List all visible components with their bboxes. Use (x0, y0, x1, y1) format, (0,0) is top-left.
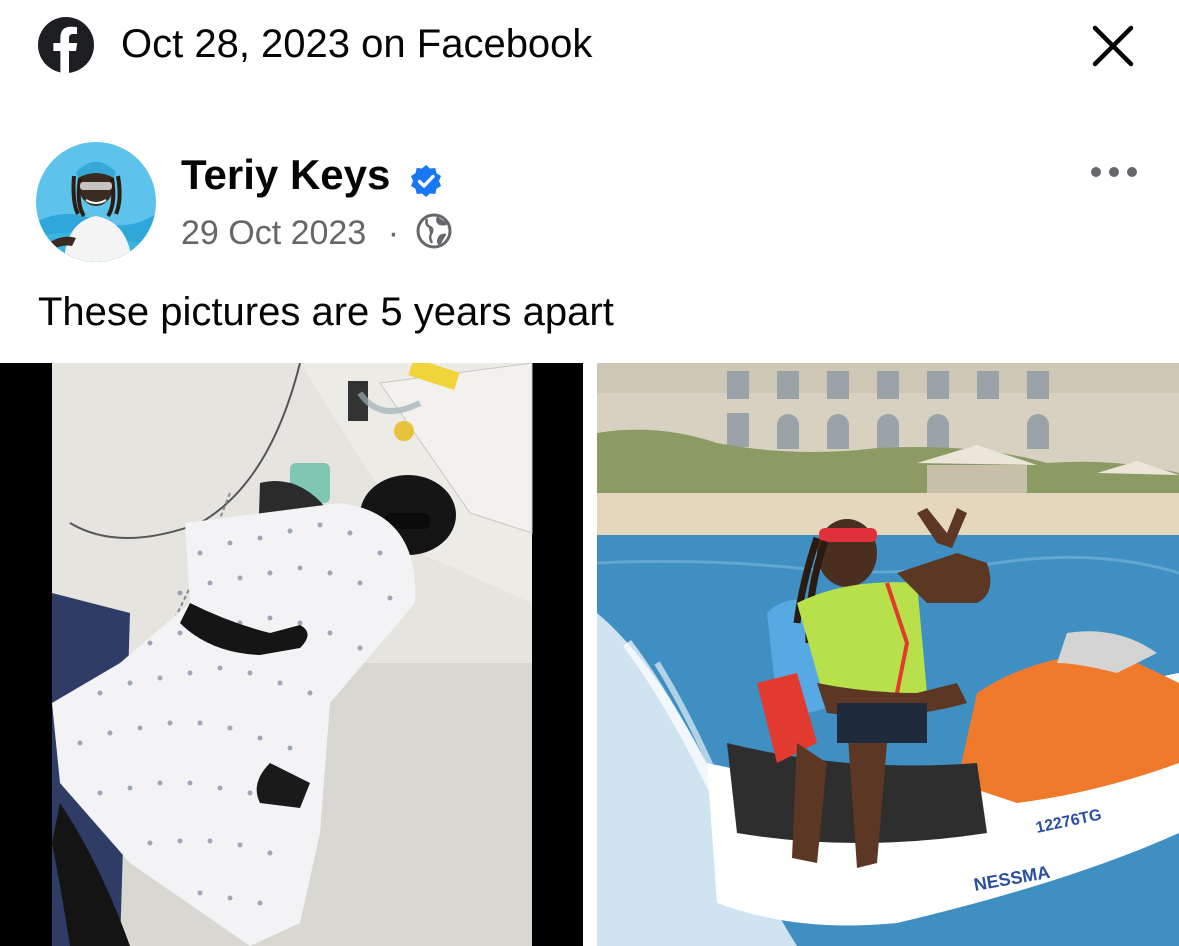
jetski-photo: 12276TG NESSMA (597, 363, 1179, 946)
more-options-icon[interactable] (1084, 152, 1144, 192)
facebook-logo-icon (38, 17, 94, 73)
post-caption: These pictures are 5 years apart (38, 290, 614, 334)
photo-date-title: Oct 28, 2023 on Facebook (121, 22, 593, 66)
post-header: Teriy Keys 29 Oct 2023 · (0, 130, 1179, 270)
meta-separator: · (387, 214, 400, 253)
photo-hospital[interactable] (0, 363, 583, 946)
hospital-photo (0, 363, 583, 946)
close-icon[interactable] (1087, 20, 1139, 72)
verified-badge-icon (410, 164, 441, 197)
author-row: Teriy Keys (181, 150, 443, 200)
photo-jetski[interactable]: 12276TG NESSMA (597, 363, 1179, 946)
globe-icon (416, 213, 452, 249)
author-name[interactable]: Teriy Keys (181, 151, 390, 198)
photo-viewer-header: Oct 28, 2023 on Facebook (0, 0, 1179, 92)
avatar[interactable] (36, 142, 156, 262)
post-meta: 29 Oct 2023 · (181, 210, 452, 252)
avatar-image (36, 142, 156, 262)
post-date[interactable]: 29 Oct 2023 (181, 214, 366, 252)
